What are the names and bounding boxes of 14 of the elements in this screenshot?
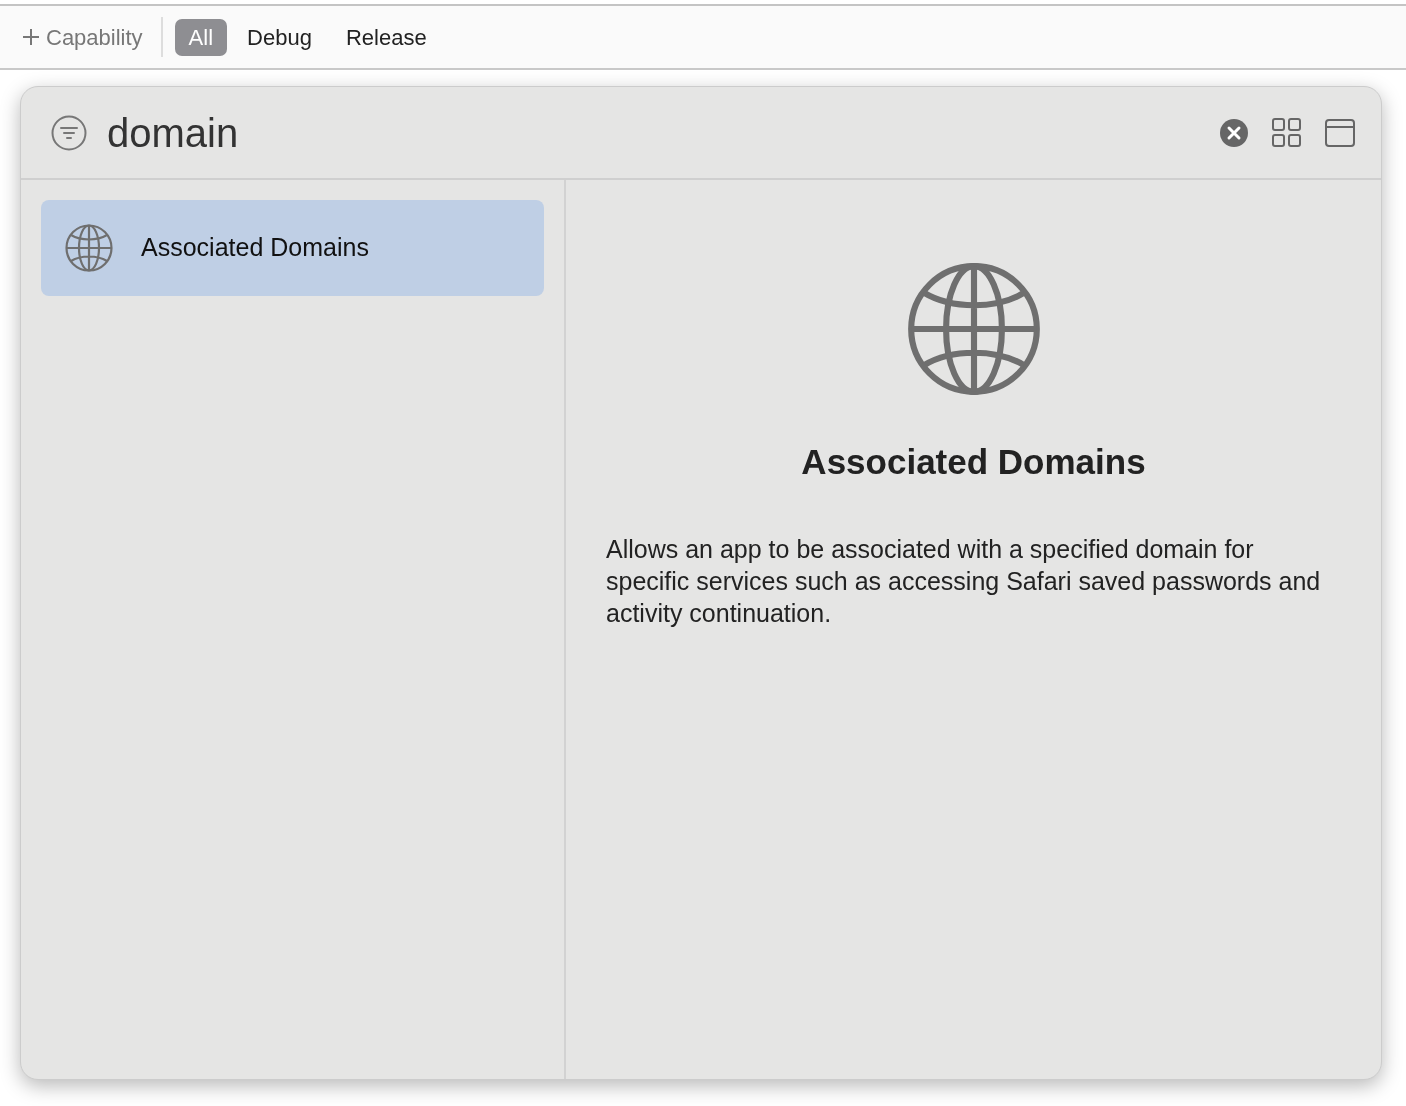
capability-title: Associated Domains bbox=[801, 441, 1146, 483]
filter-icon[interactable] bbox=[51, 114, 87, 151]
capability-description: Allows an app to be associated with a specified domain for specific services such as accessing Safari saved passwords and activity continuation. bbox=[606, 533, 1322, 629]
filter-tab[interactable]: Debug bbox=[233, 18, 326, 56]
globe-icon bbox=[65, 224, 113, 272]
search-field[interactable]: domain bbox=[107, 102, 1220, 163]
grid-view-icon[interactable] bbox=[1272, 118, 1301, 147]
globe-icon bbox=[906, 262, 1041, 396]
plus-icon bbox=[22, 28, 40, 46]
filter-tab[interactable]: Release bbox=[331, 18, 441, 56]
window-icon[interactable] bbox=[1325, 118, 1355, 147]
add-capability-button[interactable]: Capability bbox=[22, 20, 153, 54]
capability-list-item[interactable]: Associated Domains bbox=[41, 200, 544, 296]
clear-icon[interactable] bbox=[1220, 118, 1248, 147]
